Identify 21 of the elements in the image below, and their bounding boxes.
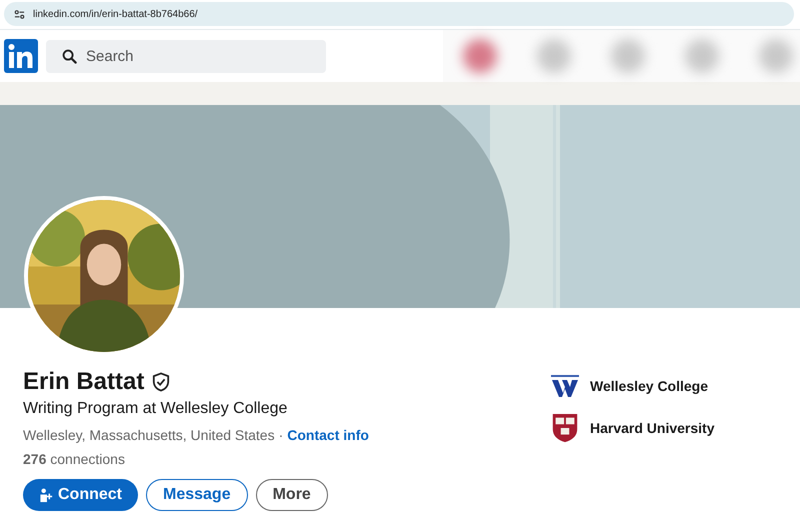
location-text: Wellesley, Massachusetts, United States: [23, 427, 275, 443]
add-person-icon: [39, 488, 54, 502]
profile-action-button[interactable]: Connect: [23, 479, 138, 511]
connections-count: 276 connections: [23, 451, 126, 467]
education-link[interactable]: Wellesley College: [590, 378, 708, 394]
profile-action-button[interactable]: Message: [146, 479, 248, 511]
search-field[interactable]: Search: [46, 40, 326, 72]
education-link[interactable]: Harvard University: [590, 420, 715, 436]
profile-action-button[interactable]: More: [256, 479, 328, 511]
nav-icon[interactable]: [463, 39, 497, 73]
linkedin-logo[interactable]: [4, 39, 38, 73]
contact-info-link[interactable]: Contact info: [287, 427, 369, 443]
profile-headline: Writing Program at Wellesley College: [23, 400, 288, 418]
address-bar[interactable]: linkedin.com/in/erin-battat-8b764b66/: [4, 2, 794, 26]
site-settings-icon[interactable]: [14, 8, 25, 20]
profile-name: Erin Battat: [23, 368, 144, 396]
url-text: linkedin.com/in/erin-battat-8b764b66/: [33, 8, 198, 20]
separator-dot: ·: [278, 427, 284, 443]
search-input: Search: [86, 48, 286, 64]
search-icon: [62, 48, 77, 64]
university-shield-icon: [550, 413, 580, 443]
